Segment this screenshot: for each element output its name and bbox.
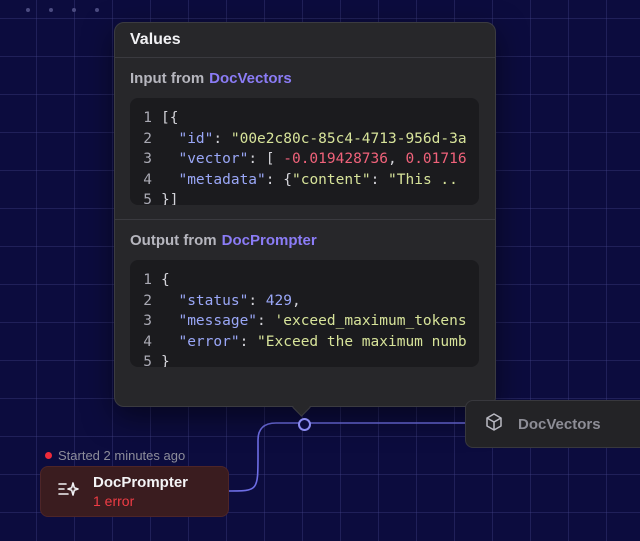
code-text: }]: [161, 190, 178, 205]
node-docprompter-label: DocPrompter: [93, 474, 189, 491]
code-line: 3 "message": 'exceed_maximum_tokens: [130, 311, 479, 332]
code-text: "status": 429,: [161, 291, 301, 312]
line-number: 3: [143, 151, 152, 167]
code-token: :: [239, 333, 258, 350]
code-line: 2 "id": "00e2c80c-85c4-4713-956d-3a: [130, 129, 479, 150]
values-popover: Values Input from DocVectors 1[{2 "id": …: [114, 22, 496, 407]
code-line: 1{: [130, 270, 479, 291]
output-source-link[interactable]: DocPrompter: [222, 232, 317, 249]
code-token: "metadata": [178, 171, 266, 188]
popover-title: Values: [115, 23, 495, 58]
status-text: Started 2 minutes ago: [58, 448, 186, 463]
code-token: 0.01716: [405, 151, 467, 167]
code-line: 1 [{: [130, 108, 479, 129]
cube-icon: [484, 412, 504, 437]
edge-prompter-to-vectors: [228, 422, 465, 492]
code-token: {: [161, 272, 170, 288]
code-token: }: [161, 354, 170, 367]
line-number: 1: [143, 272, 152, 288]
code-token: :: [248, 292, 266, 309]
output-prefix: Output from: [130, 231, 217, 249]
code-token: -0.019428736: [283, 151, 388, 167]
line-number: 2: [143, 130, 152, 147]
code-line: 2 "status": 429,: [130, 291, 479, 312]
code-text: "error": "Exceed the maximum numb: [161, 332, 467, 353]
input-code-block[interactable]: 1[{2 "id": "00e2c80c-85c4-4713-956d-3a 3 …: [130, 98, 479, 205]
node-docprompter[interactable]: DocPrompter 1 error: [40, 466, 229, 517]
code-token: "status": [178, 292, 249, 309]
code-token: "content": [291, 171, 371, 188]
code-token: }]: [161, 192, 179, 205]
line-number: 4: [143, 333, 152, 350]
code-text: [{: [161, 108, 178, 129]
code-token: :: [370, 171, 389, 188]
code-text: }: [161, 352, 170, 367]
input-section-header: Input from DocVectors: [115, 58, 495, 98]
code-token: "message": [178, 313, 258, 329]
line-number: 2: [143, 292, 152, 309]
node-docvectors-label: DocVectors: [518, 415, 601, 433]
edge-handle[interactable]: [298, 418, 311, 431]
code-line: 3 "vector": [ -0.019428736, 0.01716: [130, 149, 479, 170]
input-source-link[interactable]: DocVectors: [209, 70, 292, 87]
node-error-count[interactable]: 1 error: [93, 492, 188, 510]
status-dot: [45, 452, 52, 459]
code-token: : {: [265, 171, 292, 188]
line-number: 1: [143, 110, 152, 126]
code-token: "Exceed the maximum numb: [257, 333, 467, 350]
code-token: "error": [178, 333, 240, 350]
code-token: "00e2c80c-85c4-4713-956d-3a: [230, 130, 467, 147]
code-text: "vector": [ -0.019428736, 0.01716: [161, 149, 467, 170]
code-line: 4 "error": "Exceed the maximum numb: [130, 332, 479, 353]
code-token: :: [257, 313, 275, 329]
output-code-block[interactable]: 1{2 "status": 429, 3 "message": 'exceed_m…: [130, 260, 479, 367]
output-section-header: Output from DocPrompter: [115, 220, 495, 260]
code-text: "id": "00e2c80c-85c4-4713-956d-3a: [161, 129, 467, 150]
run-status: Started 2 minutes ago: [45, 448, 185, 463]
code-line: 5}]: [130, 190, 479, 205]
line-number: 5: [143, 354, 152, 367]
node-docvectors[interactable]: DocVectors: [465, 400, 640, 448]
code-text: {: [161, 270, 170, 291]
code-token: "vector": [178, 151, 249, 167]
code-line: 4 "metadata": {"content": "This ..: [130, 170, 479, 191]
code-token: 'exceed_maximum_tokens: [274, 313, 467, 329]
line-number: 4: [143, 171, 152, 188]
sparkle-list-icon: [57, 479, 79, 504]
code-token: ,: [388, 151, 406, 167]
code-text: "message": 'exceed_maximum_tokens: [161, 311, 467, 332]
code-token: ,: [291, 292, 301, 309]
code-line: 5}: [130, 352, 479, 367]
code-token: :: [213, 130, 231, 147]
code-token: "This ..: [388, 171, 458, 188]
code-text: "metadata": {"content": "This ..: [161, 170, 458, 191]
code-token: 429: [265, 292, 292, 309]
input-prefix: Input from: [130, 69, 205, 87]
line-number: 5: [143, 192, 152, 205]
line-number: 3: [143, 313, 152, 329]
code-token: [{: [161, 110, 179, 126]
code-token: : [: [248, 151, 284, 167]
code-token: "id": [178, 130, 214, 147]
